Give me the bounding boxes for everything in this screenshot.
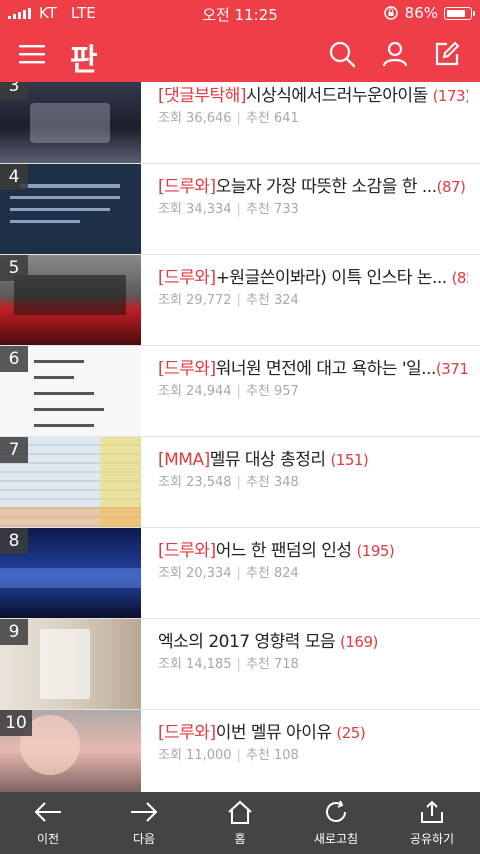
post-stats: 조회 14,185 | 추천 718 bbox=[158, 657, 299, 672]
post-thumbnail: 6 bbox=[0, 346, 141, 436]
list-item[interactable]: 6 [드루와]워너원 면전에 대고 욕하는 '일...(371) 조회 24,9… bbox=[0, 346, 480, 437]
rotation-lock-icon bbox=[383, 6, 398, 20]
post-thumbnail: 10 bbox=[0, 710, 141, 792]
bottom-toolbar: 이전 다음 홈 새로고침 공유하기 bbox=[0, 792, 480, 854]
post-stats: 조회 34,334 | 추천 733 bbox=[158, 202, 299, 217]
post-thumbnail: 4 bbox=[0, 164, 141, 254]
list-item[interactable]: 7 [MMA]멜뮤 대상 총정리 (151) 조회 23,548 | 추천 348 bbox=[0, 437, 480, 528]
comment-count: (151) bbox=[330, 451, 369, 469]
comment-count: (87) bbox=[436, 178, 466, 196]
battery-percent: 86% bbox=[404, 4, 438, 22]
refresh-icon bbox=[326, 800, 346, 822]
next-button[interactable]: 다음 bbox=[96, 792, 192, 854]
app-logo[interactable]: 판 bbox=[70, 35, 98, 79]
rank-badge: 3 bbox=[0, 82, 28, 99]
post-stats: 조회 24,944 | 추천 957 bbox=[158, 384, 299, 399]
comment-count: (169) bbox=[340, 633, 378, 651]
post-title[interactable]: [드루와]이번 멜뮤 아이유 (25) bbox=[158, 718, 468, 743]
post-title[interactable]: [드루와]워너원 면전에 대고 욕하는 '일...(371) bbox=[158, 354, 468, 379]
menu-icon[interactable] bbox=[16, 38, 48, 70]
post-title[interactable]: [댓글부탁해]시상식에서드러누운아이돌 (173) bbox=[158, 82, 468, 106]
share-icon bbox=[421, 800, 443, 823]
rank-badge: 9 bbox=[0, 619, 28, 645]
comment-count: (25) bbox=[336, 724, 366, 742]
home-button[interactable]: 홈 bbox=[192, 792, 288, 854]
rank-badge: 8 bbox=[0, 528, 28, 554]
post-stats: 조회 36,646 | 추천 641 bbox=[158, 111, 299, 126]
rank-badge: 5 bbox=[0, 255, 28, 281]
list-item[interactable]: 9 엑소의 2017 영향력 모음 (169) 조회 14,185 | 추천 718 bbox=[0, 619, 480, 710]
list-item[interactable]: 3 [댓글부탁해]시상식에서드러누운아이돌 (173) 조회 36,646 | 추천… bbox=[0, 82, 480, 164]
post-title[interactable]: [드루와]오늘자 가장 따뜻한 소감을 한 ...(87) bbox=[158, 172, 468, 197]
rank-badge: 7 bbox=[0, 437, 28, 463]
post-stats: 조회 20,334 | 추천 824 bbox=[158, 566, 299, 581]
post-title[interactable]: [MMA]멜뮤 대상 총정리 (151) bbox=[158, 445, 468, 470]
list-item[interactable]: 4 [드루와]오늘자 가장 따뜻한 소감을 한 ...(87) 조회 34,33… bbox=[0, 164, 480, 255]
rank-badge: 4 bbox=[0, 164, 28, 190]
post-thumbnail: 8 bbox=[0, 528, 141, 618]
post-thumbnail: 7 bbox=[0, 437, 141, 527]
battery-icon bbox=[444, 6, 475, 20]
arrow-right-icon bbox=[131, 802, 158, 822]
post-title[interactable]: [드루와]어느 한 팬덤의 인성 (195) bbox=[158, 536, 468, 561]
comment-count: (173) bbox=[432, 87, 468, 105]
compose-icon[interactable] bbox=[431, 38, 463, 70]
post-thumbnail: 3 bbox=[0, 82, 141, 163]
rank-badge: 10 bbox=[0, 710, 32, 736]
comment-count: (371) bbox=[435, 360, 468, 378]
post-thumbnail: 9 bbox=[0, 619, 141, 709]
comment-count: (85) bbox=[451, 269, 468, 287]
share-button[interactable]: 공유하기 bbox=[384, 792, 480, 854]
post-title[interactable]: 엑소의 2017 영향력 모음 (169) bbox=[158, 627, 468, 652]
list-item[interactable]: 10 [드루와]이번 멜뮤 아이유 (25) 조회 11,000 | 추천 108 bbox=[0, 710, 480, 792]
user-icon[interactable] bbox=[379, 38, 411, 70]
post-stats: 조회 11,000 | 추천 108 bbox=[158, 748, 299, 763]
post-stats: 조회 23,548 | 추천 348 bbox=[158, 475, 299, 490]
list-item[interactable]: 8 [드루와]어느 한 팬덤의 인성 (195) 조회 20,334 | 추천 82… bbox=[0, 528, 480, 619]
refresh-button[interactable]: 새로고침 bbox=[288, 792, 384, 854]
post-thumbnail: 5 bbox=[0, 255, 141, 345]
list-item[interactable]: 5 [드루와]+원글쓴이봐라) 이특 인스타 논... (85) 조회 29,7… bbox=[0, 255, 480, 346]
rank-badge: 6 bbox=[0, 346, 28, 372]
arrow-left-icon bbox=[34, 802, 61, 822]
app-header: 판 bbox=[0, 26, 480, 82]
status-bar: KT LTE 오전 11:25 86% bbox=[0, 0, 480, 26]
search-icon[interactable] bbox=[326, 38, 358, 70]
post-stats: 조회 29,772 | 추천 324 bbox=[158, 293, 299, 308]
ranking-list: 3 [댓글부탁해]시상식에서드러누운아이돌 (173) 조회 36,646 | 추천… bbox=[0, 82, 480, 792]
home-icon bbox=[228, 800, 252, 824]
post-title[interactable]: [드루와]+원글쓴이봐라) 이특 인스타 논... (85) bbox=[158, 263, 468, 288]
prev-button[interactable]: 이전 bbox=[0, 792, 96, 854]
comment-count: (195) bbox=[356, 542, 395, 560]
